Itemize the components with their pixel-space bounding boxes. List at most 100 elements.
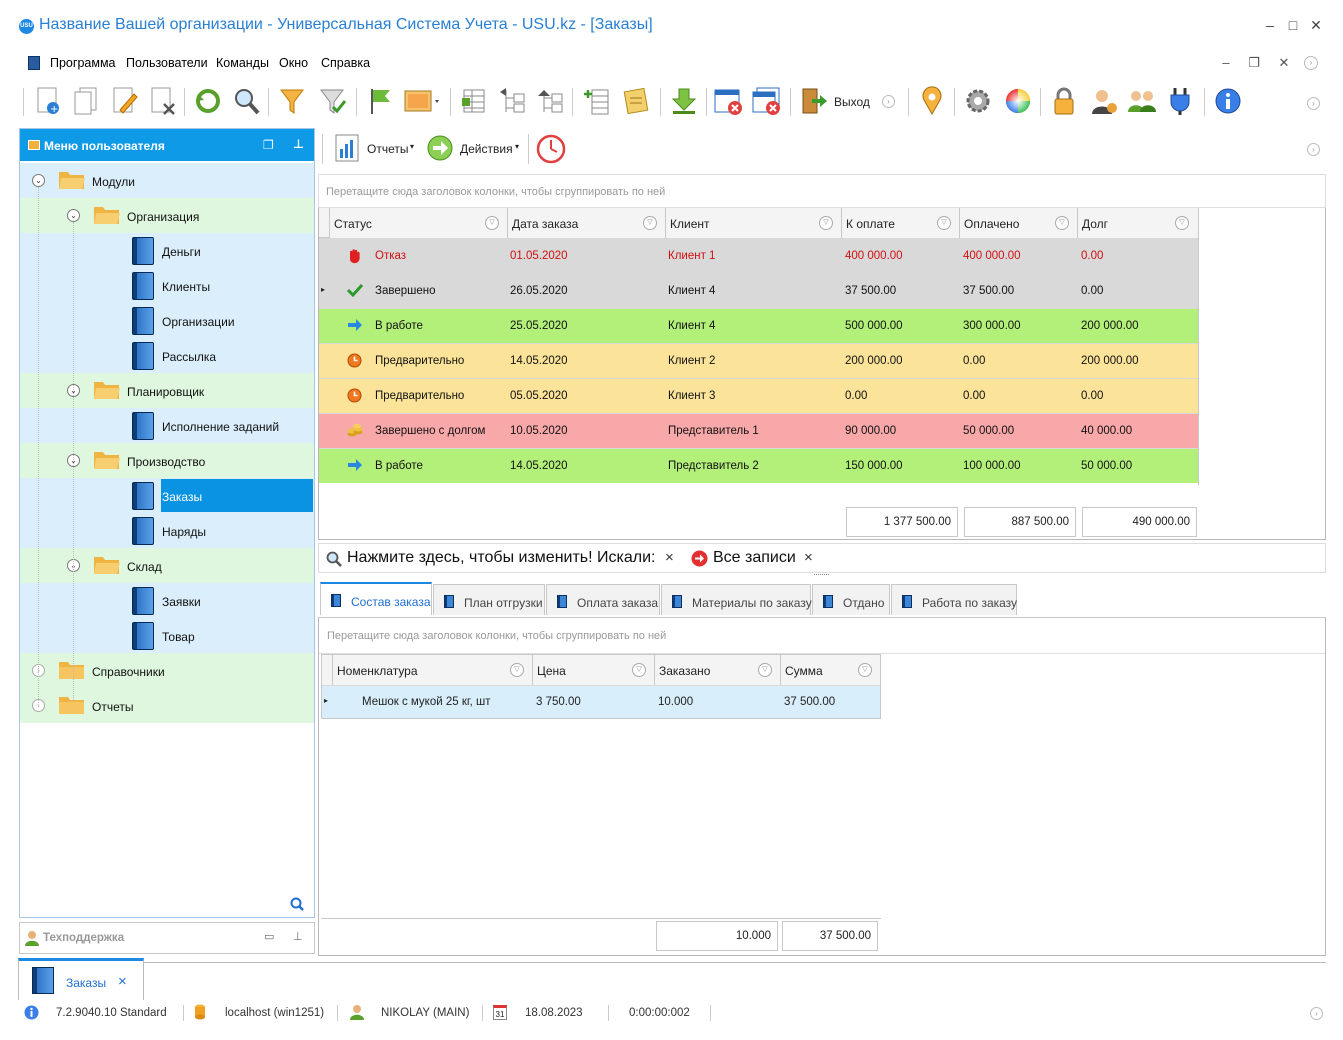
- tab-handed-over[interactable]: Отдано: [812, 584, 890, 615]
- chevron-down-icon[interactable]: ▾: [515, 142, 519, 151]
- table-row[interactable]: Отказ 01.05.2020 Клиент 1 400 000.00 400 000…: [319, 238, 1198, 273]
- close-window-button[interactable]: ✕: [1305, 14, 1327, 36]
- tab-order-materials[interactable]: Материалы по заказу: [661, 584, 812, 615]
- tree-item-planner[interactable]: ⌄ Планировщик: [20, 373, 314, 408]
- info-icon[interactable]: [1212, 84, 1244, 118]
- tree-item-modules[interactable]: ⌄ Модули: [20, 163, 314, 198]
- table-row[interactable]: Завершено с долгом 10.05.2020 Представител…: [319, 413, 1198, 448]
- pin-icon[interactable]: ⊥: [293, 930, 303, 943]
- filter-icon[interactable]: ▽: [937, 216, 951, 230]
- column-chooser-icon[interactable]: [458, 84, 490, 118]
- close-window-icon[interactable]: [712, 84, 744, 118]
- table-row[interactable]: Предварительно 14.05.2020 Клиент 2 200 000.…: [319, 343, 1198, 378]
- toolbar-collapse-icon[interactable]: ›: [1307, 143, 1320, 156]
- column-header-item[interactable]: Номенклатура ▽: [333, 655, 533, 685]
- image-dropdown-button[interactable]: [402, 84, 442, 118]
- exit-label[interactable]: Выход: [834, 95, 870, 109]
- clear-filter-icon[interactable]: ×: [804, 549, 813, 566]
- reports-icon[interactable]: [334, 133, 360, 163]
- tree-item-reports[interactable]: › Отчеты: [20, 688, 314, 723]
- pin-icon[interactable]: ⊥: [293, 137, 304, 151]
- filter-icon[interactable]: [276, 84, 308, 118]
- menu-collapse-icon[interactable]: ›: [1304, 56, 1318, 70]
- column-header-client[interactable]: Клиент ▽: [666, 208, 842, 238]
- restore-panel-icon[interactable]: ▭: [264, 930, 274, 943]
- menu-commands[interactable]: Команды: [216, 56, 269, 70]
- color-wheel-icon[interactable]: [1002, 84, 1034, 118]
- map-pin-icon[interactable]: [916, 84, 948, 118]
- filter-icon[interactable]: ▽: [1175, 216, 1189, 230]
- copy-record-button[interactable]: [70, 84, 102, 118]
- window-tab-orders[interactable]: Заказы ×: [18, 958, 144, 1000]
- collapse-tree-icon[interactable]: [534, 84, 566, 118]
- filter-icon[interactable]: ▽: [1055, 216, 1069, 230]
- maximize-window-button[interactable]: □: [1282, 14, 1304, 36]
- tree-item-mailing[interactable]: Рассылка: [20, 338, 314, 373]
- column-header-paid[interactable]: Оплачено ▽: [960, 208, 1078, 238]
- tree-item-money[interactable]: Деньги: [20, 233, 314, 268]
- mdi-minimize-button[interactable]: ‒: [1217, 54, 1235, 72]
- tree-item-requests[interactable]: Заявки: [20, 583, 314, 618]
- exit-icon[interactable]: [798, 84, 830, 118]
- table-row[interactable]: Предварительно 05.05.2020 Клиент 3 0.00 0.00…: [319, 378, 1198, 413]
- timer-clock-icon[interactable]: [536, 134, 566, 164]
- float-panel-icon[interactable]: ❐: [263, 138, 274, 152]
- tree-item-work-orders[interactable]: Наряды: [20, 513, 314, 548]
- search-icon[interactable]: [290, 897, 304, 911]
- actions-arrow-icon[interactable]: [426, 134, 454, 162]
- column-header-status[interactable]: Статус ▽: [330, 208, 508, 238]
- all-records-label[interactable]: Все записи: [713, 549, 796, 567]
- user-settings-icon[interactable]: [1088, 84, 1120, 118]
- actions-dropdown[interactable]: Действия: [460, 142, 513, 156]
- menu-users[interactable]: Пользователи: [126, 56, 208, 70]
- tree-item-organizations[interactable]: Организации: [20, 303, 314, 338]
- close-tab-icon[interactable]: ×: [118, 973, 127, 990]
- mdi-close-button[interactable]: ✕: [1275, 54, 1293, 72]
- minimize-window-button[interactable]: ‒: [1259, 14, 1281, 36]
- chevron-down-icon[interactable]: ▾: [410, 142, 414, 151]
- filter-icon[interactable]: ▽: [858, 663, 872, 677]
- column-header-date[interactable]: Дата заказа ▽: [508, 208, 666, 238]
- filter-check-icon[interactable]: [316, 84, 348, 118]
- column-header-ordered[interactable]: Заказано ▽: [655, 655, 781, 685]
- clear-search-icon[interactable]: ×: [665, 549, 674, 566]
- tree-item-task-execution[interactable]: Исполнение заданий: [20, 408, 314, 443]
- tree-item-goods[interactable]: Товар: [20, 618, 314, 653]
- notes-icon[interactable]: [620, 84, 652, 118]
- column-header-sum[interactable]: Сумма ▽: [781, 655, 880, 685]
- tree-item-warehouse[interactable]: ⌄ Склад: [20, 548, 314, 583]
- collapse-icon[interactable]: ⌄: [67, 209, 80, 222]
- filter-icon[interactable]: ▽: [632, 663, 646, 677]
- search-icon[interactable]: [230, 84, 262, 118]
- search-bar[interactable]: Нажмите здесь, чтобы изменить! Искали: ×…: [318, 543, 1326, 573]
- reports-dropdown[interactable]: Отчеты: [367, 142, 408, 156]
- table-row[interactable]: В работе 25.05.2020 Клиент 4 500 000.00 300 …: [319, 308, 1198, 343]
- menu-help[interactable]: Справка: [321, 56, 370, 70]
- mdi-restore-button[interactable]: ❐: [1245, 54, 1263, 72]
- group-by-area[interactable]: Перетащите сюда заголовок колонки, чтобы…: [319, 618, 1325, 654]
- add-column-icon[interactable]: [580, 84, 612, 118]
- lock-icon[interactable]: [1048, 84, 1080, 118]
- users-group-icon[interactable]: [1126, 84, 1158, 118]
- splitter-grip[interactable]: [814, 574, 829, 575]
- menu-window[interactable]: Окно: [279, 56, 308, 70]
- close-all-windows-icon[interactable]: [750, 84, 782, 118]
- edit-record-button[interactable]: [108, 84, 140, 118]
- toolbar-collapse-icon[interactable]: ›: [1307, 97, 1320, 110]
- tree-item-organization[interactable]: ⌄ Организация: [20, 198, 314, 233]
- statusbar-overflow-icon[interactable]: ›: [1310, 1007, 1323, 1020]
- column-header-to-pay[interactable]: К оплате ▽: [842, 208, 960, 238]
- filter-icon[interactable]: ▽: [643, 216, 657, 230]
- tree-item-references[interactable]: › Справочники: [20, 653, 314, 688]
- tree-item-orders[interactable]: Заказы: [20, 478, 314, 513]
- filter-icon[interactable]: ▽: [510, 663, 524, 677]
- delete-record-button[interactable]: [146, 84, 178, 118]
- settings-gear-icon[interactable]: [962, 84, 994, 118]
- add-record-button[interactable]: +: [32, 84, 64, 118]
- tab-order-payment[interactable]: Оплата заказа: [546, 584, 660, 615]
- flag-icon[interactable]: [364, 84, 396, 118]
- tree-item-production[interactable]: ⌄ Производство: [20, 443, 314, 478]
- menu-program[interactable]: Программа: [50, 56, 116, 70]
- column-header-price[interactable]: Цена ▽: [533, 655, 655, 685]
- collapse-icon[interactable]: ⌄: [32, 174, 45, 187]
